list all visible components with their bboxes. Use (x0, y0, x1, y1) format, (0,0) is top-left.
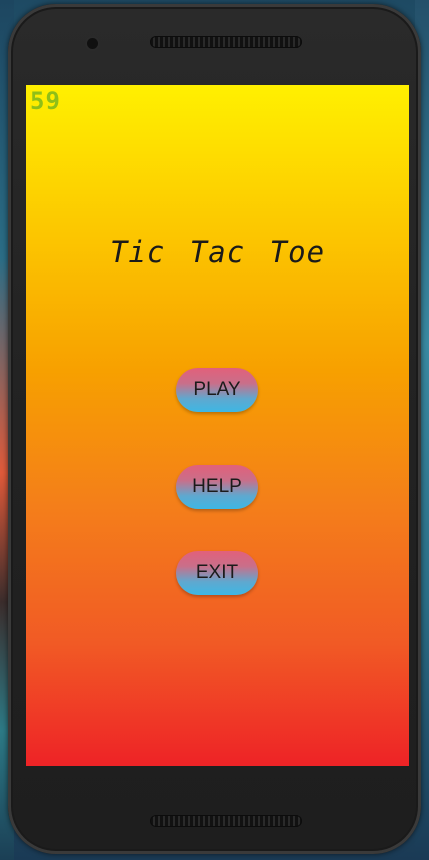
play-button[interactable]: PLAY (176, 368, 258, 412)
help-button[interactable]: HELP (176, 465, 258, 509)
bottom-speaker (150, 815, 302, 827)
fps-counter: 59 (30, 87, 61, 115)
app-screen: 59 Tic Tac Toe PLAY HELP EXIT (26, 85, 409, 766)
front-camera (87, 38, 98, 49)
game-title: Tic Tac Toe (109, 235, 326, 269)
earpiece-speaker (150, 36, 302, 48)
exit-button[interactable]: EXIT (176, 551, 258, 595)
